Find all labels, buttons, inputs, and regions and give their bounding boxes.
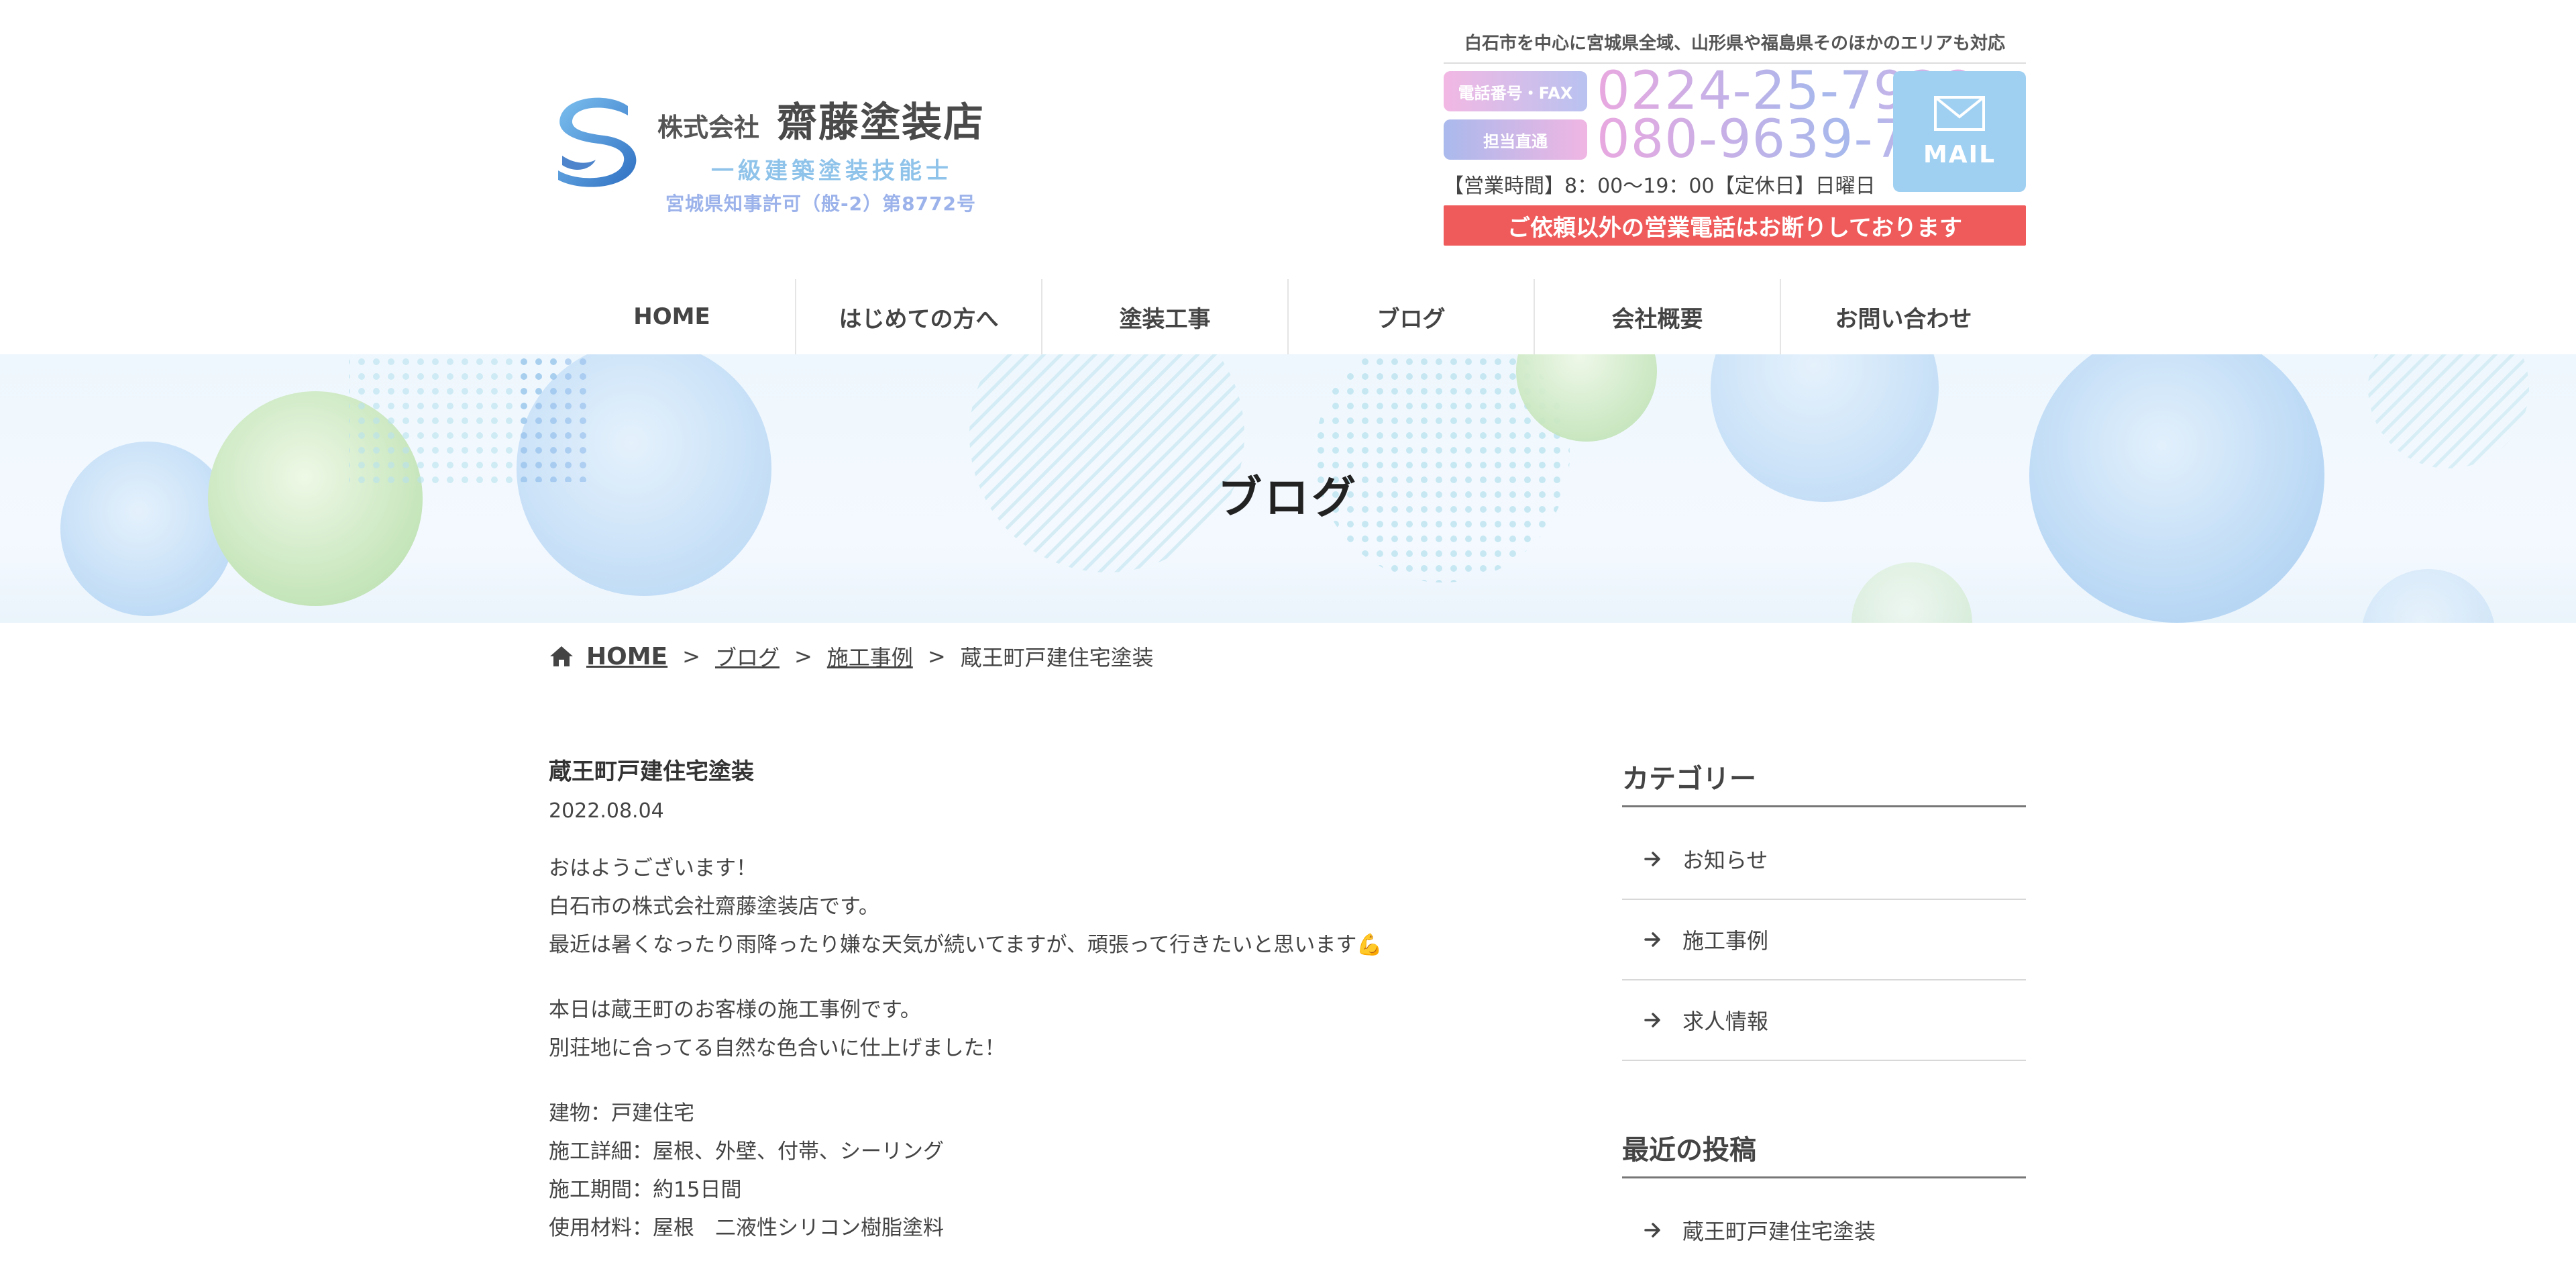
nav-contact[interactable]: お問い合わせ [1780,279,2026,354]
post-paragraph: 本日は蔵王町のお客様の施工事例です。 別荘地に合ってる自然な色合いに仕上げました… [549,991,1555,1068]
home-icon [550,646,573,666]
page-hero: ブログ [0,354,2576,623]
service-area-text: 白石市を中心に宮城県全域、山形県や福島県そのほかのエリアも対応 [1444,30,2026,64]
post-paragraph: 建物：戸建住宅 施工詳細：屋根、外壁、付帯、シーリング 施工期間：約15日間 使… [549,1095,1555,1248]
global-nav: HOME はじめての方へ 塗装工事 ブログ 会社概要 お問い合わせ [549,279,2026,354]
post-line: 施工詳細：屋根、外壁、付帯、シーリング [549,1140,944,1164]
breadcrumb-separator: > [682,644,700,669]
category-heading: カテゴリー [1622,757,2026,807]
breadcrumb-home[interactable]: HOME [586,643,667,670]
arrow-right-icon [1644,932,1660,947]
category-label: 施工事例 [1682,928,1769,954]
post-title: 蔵王町戸建住宅塗装 [549,758,754,785]
nav-home[interactable]: HOME [549,279,795,354]
post-line: 白石市の株式会社齋藤塗装店です。 [549,895,879,919]
nav-painting-work[interactable]: 塗装工事 [1041,279,1287,354]
sidebar: カテゴリー お知らせ 施工事例 求人情報 最近の投稿 蔵王町戸建住宅塗装 [1622,757,2026,1263]
post-line: 使用材料：屋根 二液性シリコン樹脂塗料 [549,1216,944,1240]
arrow-right-icon [1644,1013,1660,1027]
category-item-works[interactable]: 施工事例 [1622,900,2026,980]
tel-label-badge: 電話番号・FAX [1444,71,1587,111]
recent-post-item[interactable]: 蔵王町戸建住宅塗装 [1622,1191,2026,1263]
envelope-icon [1934,95,1985,131]
page-title: ブログ [1218,472,1358,523]
nav-beginners[interactable]: はじめての方へ [795,279,1041,354]
post-line: 本日は蔵王町のお客様の施工事例です。 [549,998,921,1022]
breadcrumb-separator: > [927,644,946,669]
breadcrumb-current: 蔵王町戸建住宅塗装 [960,645,1154,670]
breadcrumb-category[interactable]: 施工事例 [827,641,913,672]
mobile-label-badge: 担当直通 [1444,119,1587,160]
nav-blog[interactable]: ブログ [1287,279,1534,354]
category-item-recruit[interactable]: 求人情報 [1622,980,2026,1061]
category-item-news[interactable]: お知らせ [1622,819,2026,900]
post-line: 別荘地に合ってる自然な色合いに仕上げました！ [549,1036,1006,1060]
post-line: おはようございます！ [549,856,757,880]
nav-company[interactable]: 会社概要 [1534,279,1780,354]
blog-article: 蔵王町戸建住宅塗装 2022.08.04 おはようございます！ 白石市の株式会社… [549,753,1555,1248]
mail-label: MAIL [1923,140,1996,168]
recent-posts-list: 蔵王町戸建住宅塗装 [1622,1191,2026,1263]
site-logo[interactable]: 株式会社 齋藤塗装店 一級建築塗装技能士 宮城県知事許可（般-2）第8772号 [549,85,1005,215]
logo-kabushiki: 株式会社 [657,113,760,142]
arrow-right-icon [1644,1223,1660,1237]
category-label: お知らせ [1682,848,1768,873]
post-line: 最近は暑くなったり雨降ったり嫌な天気が続いてますが、頑張って行きたいと思います💪 [549,933,1383,957]
post-date: 2022.08.04 [549,799,664,823]
post-paragraph: おはようございます！ 白石市の株式会社齋藤塗装店です。 最近は暑くなったり雨降っ… [549,850,1555,964]
logo-license: 宮城県知事許可（般-2）第8772号 [665,193,977,215]
logo-qualification: 一級建築塗装技能士 [711,158,953,185]
sales-call-notice: ご依頼以外の営業電話はお断りしております [1444,205,2026,246]
business-hours: 【営業時間】8：00～19：00【定休日】日曜日 [1444,174,1876,198]
breadcrumb-blog[interactable]: ブログ [715,641,780,672]
logo-s-icon [558,97,637,187]
category-label: 求人情報 [1682,1009,1769,1034]
recent-posts-heading: 最近の投稿 [1622,1128,2026,1178]
arrow-right-icon [1644,852,1660,866]
recent-post-label: 蔵王町戸建住宅塗装 [1682,1219,1876,1244]
breadcrumb: HOME > ブログ > 施工事例 > 蔵王町戸建住宅塗装 [549,638,1154,675]
breadcrumb-separator: > [794,644,812,669]
logo-company-name: 齋藤塗装店 [777,99,985,146]
mail-button[interactable]: MAIL [1893,71,2026,192]
post-line: 施工期間：約15日間 [549,1178,742,1202]
category-list: お知らせ 施工事例 求人情報 [1622,819,2026,1061]
post-line: 建物：戸建住宅 [549,1101,694,1125]
contact-block: 白石市を中心に宮城県全域、山形県や福島県そのほかのエリアも対応 電話番号・FAX… [1444,27,2026,248]
